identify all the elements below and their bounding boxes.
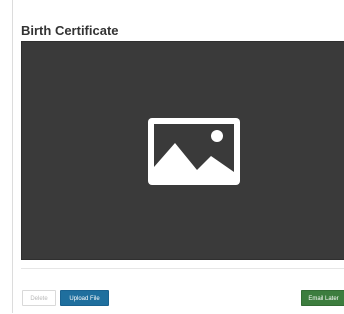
email-later-button[interactable]: Email Later [301,290,344,306]
document-preview-area [21,41,344,260]
upload-file-button[interactable]: Upload File [60,290,109,306]
image-placeholder-icon [148,118,240,185]
document-upload-panel: Birth Certificate Delete Upload File Ema… [12,0,344,313]
footer-divider [21,268,344,269]
panel-title: Birth Certificate [21,23,119,38]
delete-button[interactable]: Delete [22,290,56,306]
